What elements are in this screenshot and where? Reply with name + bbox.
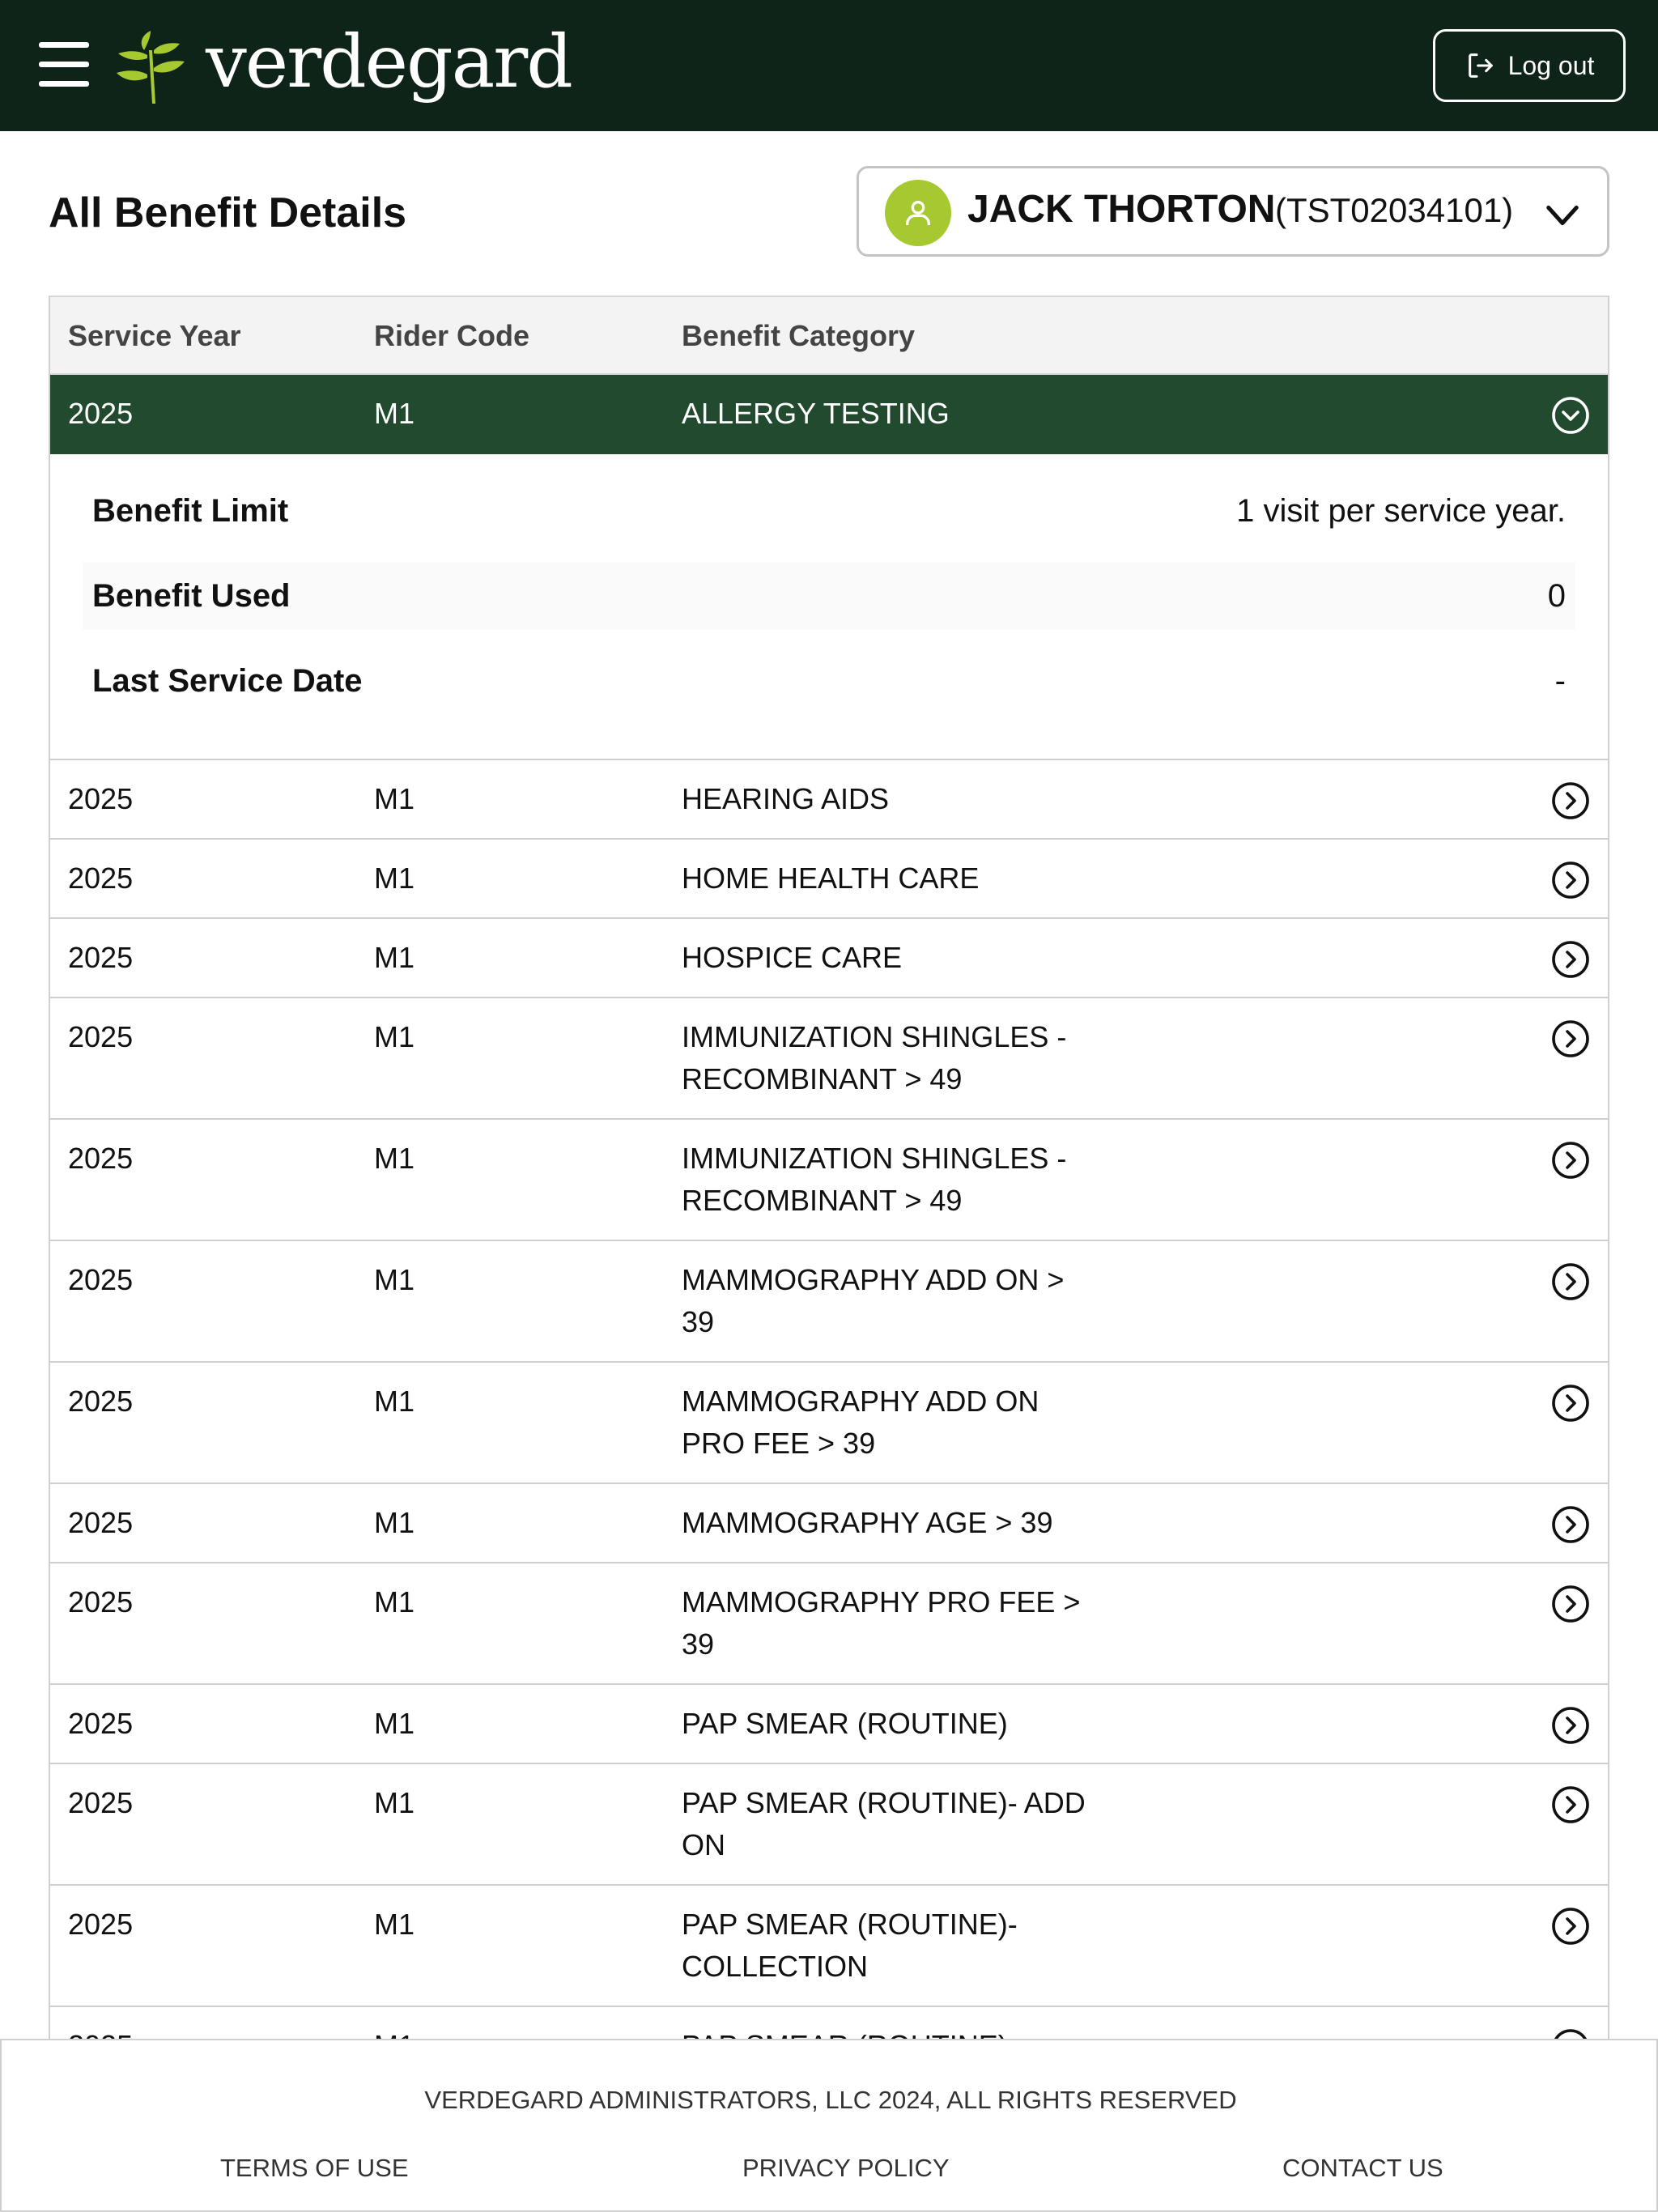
benefit-detail-panel: Benefit Limit 1 visit per service year. … [50, 454, 1608, 760]
row-year: 2025 [68, 1786, 134, 1819]
circle-chevron-right-icon[interactable] [1551, 1706, 1590, 1745]
row-rider: M1 [374, 1263, 415, 1296]
table-row[interactable]: 2025 M1 IMMUNIZATION SHINGLES - RECOMBINAN… [50, 1120, 1608, 1241]
detail-row-used: Benefit Used 0 [83, 562, 1575, 630]
row-rider: M1 [374, 1707, 415, 1740]
leaf-logo-icon [117, 31, 185, 104]
row-year: 2025 [68, 397, 134, 430]
row-year: 2025 [68, 1385, 134, 1418]
circle-chevron-right-icon[interactable] [1551, 940, 1590, 979]
row-rider: M1 [374, 1020, 415, 1053]
table-row[interactable]: 2025 M1 MAMMOGRAPHY AGE > 39 [50, 1484, 1608, 1563]
member-id: (TST02034101) [1275, 191, 1514, 229]
row-rider: M1 [374, 1142, 415, 1175]
detail-row-limit: Benefit Limit 1 visit per service year. [83, 477, 1575, 545]
row-rider: M1 [374, 941, 415, 974]
contact-us-link[interactable]: CONTACT US [1282, 2154, 1443, 2183]
row-year: 2025 [68, 1142, 134, 1175]
detail-value: - [1554, 663, 1566, 699]
circle-chevron-right-icon[interactable] [1551, 1585, 1590, 1623]
table-row[interactable]: 2025 M1 PAP SMEAR (ROUTINE)- ADD ON [50, 1764, 1608, 1886]
row-rider: M1 [374, 861, 415, 895]
hamburger-icon[interactable] [39, 42, 91, 87]
circle-chevron-right-icon[interactable] [1551, 1262, 1590, 1301]
row-rider: M1 [374, 1908, 415, 1941]
brand-name: verdegard [206, 19, 573, 104]
row-category: MAMMOGRAPHY AGE > 39 [682, 1506, 1053, 1539]
row-category: IMMUNIZATION SHINGLES - RECOMBINANT > 49 [682, 1142, 1067, 1217]
detail-value: 1 visit per service year. [1236, 493, 1566, 529]
header-benefit-category: Benefit Category [682, 319, 916, 352]
row-year: 2025 [68, 782, 134, 815]
table-header: Service Year Rider Code Benefit Category [50, 296, 1608, 375]
detail-label: Benefit Used [92, 578, 291, 614]
logout-label: Log out [1507, 50, 1595, 80]
row-category: PAP SMEAR (ROUTINE)- COLLECTION [682, 1908, 1018, 1983]
row-year: 2025 [68, 941, 134, 974]
benefits-table: Service Year Rider Code Benefit Category… [49, 296, 1609, 2129]
row-year: 2025 [68, 1707, 134, 1740]
row-rider: M1 [374, 1786, 415, 1819]
row-category: MAMMOGRAPHY ADD ON > 39 [682, 1263, 1065, 1338]
member-selector[interactable]: JACK THORTON (TST02034101) [857, 166, 1609, 257]
table-row-expanded[interactable]: 2025 M1 ALLERGY TESTING [50, 375, 1608, 454]
user-icon [906, 200, 930, 225]
row-rider: M1 [374, 1506, 415, 1539]
row-category: PAP SMEAR (ROUTINE) [682, 1707, 1008, 1740]
avatar [885, 180, 951, 246]
header-service-year: Service Year [68, 319, 241, 352]
row-year: 2025 [68, 1020, 134, 1053]
row-year: 2025 [68, 1585, 134, 1619]
logout-button[interactable]: Log out [1433, 29, 1626, 102]
row-year: 2025 [68, 1908, 134, 1941]
row-category: PAP SMEAR (ROUTINE)- ADD ON [682, 1786, 1086, 1861]
row-category: HOSPICE CARE [682, 941, 903, 974]
table-row[interactable]: 2025 M1 MAMMOGRAPHY ADD ON PRO FEE > 39 [50, 1363, 1608, 1484]
header-rider-code: Rider Code [374, 319, 530, 352]
table-row[interactable]: 2025 M1 PAP SMEAR (ROUTINE)- COLLECTION [50, 1886, 1608, 2007]
table-row[interactable]: 2025 M1 MAMMOGRAPHY PRO FEE > 39 [50, 1563, 1608, 1685]
circle-chevron-down-icon[interactable] [1551, 396, 1590, 435]
footer: VERDEGARD ADMINISTRATORS, LLC 2024, ALL … [0, 2039, 1658, 2212]
row-year: 2025 [68, 861, 134, 895]
row-category: MAMMOGRAPHY PRO FEE > 39 [682, 1585, 1081, 1661]
row-category: IMMUNIZATION SHINGLES - RECOMBINANT > 49 [682, 1020, 1067, 1095]
row-rider: M1 [374, 397, 415, 430]
page-title: All Benefit Details [49, 189, 407, 236]
row-category: HEARING AIDS [682, 782, 890, 815]
row-category: MAMMOGRAPHY ADD ON PRO FEE > 39 [682, 1385, 1039, 1460]
member-name: JACK THORTON [967, 188, 1276, 231]
table-row[interactable]: 2025 M1 HOSPICE CARE [50, 919, 1608, 998]
row-category: HOME HEALTH CARE [682, 861, 980, 895]
row-rider: M1 [374, 782, 415, 815]
circle-chevron-right-icon[interactable] [1551, 1384, 1590, 1423]
detail-row-last-service: Last Service Date - [83, 647, 1575, 715]
table-row[interactable]: 2025 M1 HEARING AIDS [50, 760, 1608, 840]
circle-chevron-right-icon[interactable] [1551, 781, 1590, 820]
copyright-text: VERDEGARD ADMINISTRATORS, LLC 2024, ALL … [424, 2086, 1237, 2114]
terms-of-use-link[interactable]: TERMS OF USE [220, 2154, 409, 2183]
detail-label: Benefit Limit [92, 493, 289, 529]
table-row[interactable]: 2025 M1 IMMUNIZATION SHINGLES - RECOMBINAN… [50, 998, 1608, 1120]
circle-chevron-right-icon[interactable] [1551, 1141, 1590, 1180]
chevron-down-icon [1546, 205, 1579, 226]
table-row[interactable]: 2025 M1 PAP SMEAR (ROUTINE) [50, 1685, 1608, 1764]
circle-chevron-right-icon[interactable] [1551, 861, 1590, 900]
table-row[interactable]: 2025 M1 HOME HEALTH CARE [50, 840, 1608, 919]
row-rider: M1 [374, 1385, 415, 1418]
top-header: verdegard Log out [0, 0, 1658, 131]
table-row[interactable]: 2025 M1 MAMMOGRAPHY ADD ON > 39 [50, 1241, 1608, 1363]
row-category: ALLERGY TESTING [682, 397, 950, 430]
circle-chevron-right-icon[interactable] [1551, 1019, 1590, 1058]
circle-chevron-right-icon[interactable] [1551, 1785, 1590, 1824]
circle-chevron-right-icon[interactable] [1551, 1505, 1590, 1544]
logout-icon [1468, 53, 1493, 78]
detail-label: Last Service Date [92, 663, 363, 699]
privacy-policy-link[interactable]: PRIVACY POLICY [742, 2154, 950, 2183]
circle-chevron-right-icon[interactable] [1551, 1907, 1590, 1946]
row-rider: M1 [374, 1585, 415, 1619]
detail-value: 0 [1547, 578, 1566, 614]
row-year: 2025 [68, 1506, 134, 1539]
row-year: 2025 [68, 1263, 134, 1296]
